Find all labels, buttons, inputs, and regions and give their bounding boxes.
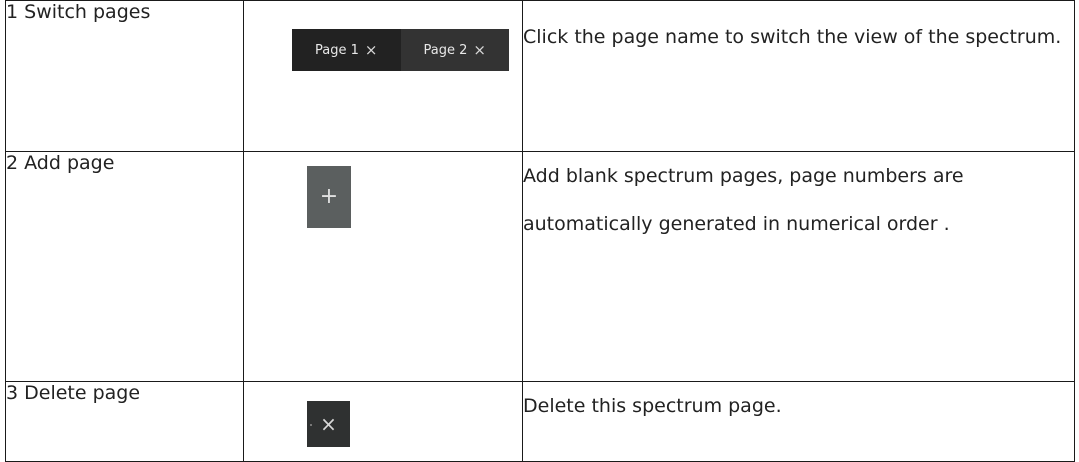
table-row: 1 Switch pages Page 1 × Page 2 × Click t… <box>5 0 1075 152</box>
tab-label: Page 2 <box>423 42 468 58</box>
row-visual: Page 1 × Page 2 × <box>243 0 523 152</box>
row-title: 2 Add page <box>5 151 244 382</box>
page-tabs: Page 1 × Page 2 × <box>292 29 509 71</box>
delete-page-button[interactable]: × <box>307 401 350 447</box>
table-row: 3 Delete page × Delete this spectrum pag… <box>5 381 1075 462</box>
close-icon[interactable]: × <box>365 42 378 58</box>
row-description: Delete this spectrum page. <box>522 381 1075 462</box>
row-title: 3 Delete page <box>5 381 244 462</box>
row-description: Click the page name to switch the view o… <box>522 0 1075 152</box>
function-table: 1 Switch pages Page 1 × Page 2 × Click t… <box>5 0 1075 462</box>
tab-page-1[interactable]: Page 1 × <box>292 29 401 71</box>
close-icon[interactable]: × <box>473 42 486 58</box>
separator-dot <box>310 424 312 426</box>
table-row: 2 Add page + Add blank spectrum pages, p… <box>5 151 1075 382</box>
close-icon: × <box>320 412 337 436</box>
tab-label: Page 1 <box>315 42 359 58</box>
row-visual: × <box>243 381 523 462</box>
row-title: 1 Switch pages <box>5 0 244 152</box>
plus-icon: + <box>319 184 339 209</box>
row-visual: + <box>243 151 523 382</box>
tab-page-2[interactable]: Page 2 × <box>400 29 509 71</box>
row-description: Add blank spectrum pages, page numbers a… <box>522 151 1075 382</box>
add-page-button[interactable]: + <box>307 166 351 228</box>
